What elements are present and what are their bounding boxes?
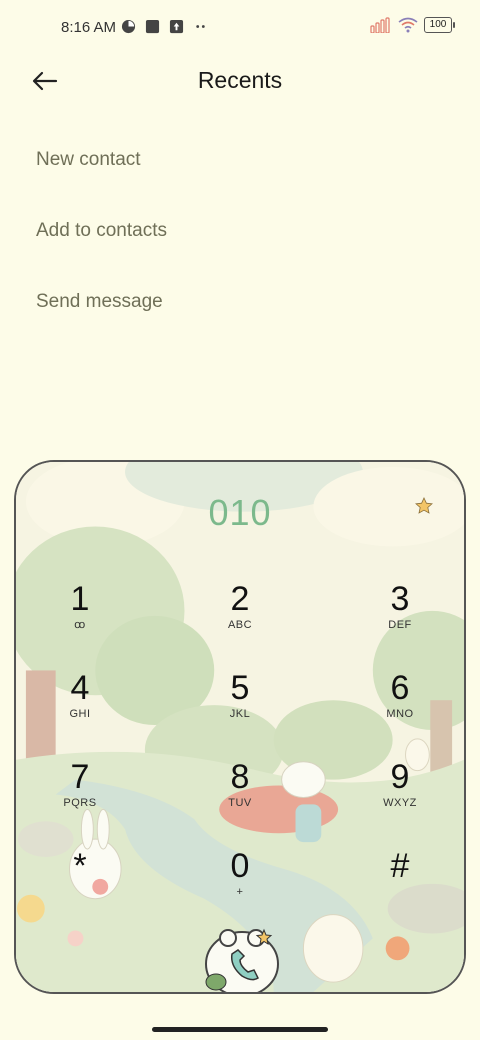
key-5[interactable]: 5 JKL — [180, 669, 300, 749]
square-icon — [145, 19, 160, 34]
key-8[interactable]: 8 TUV — [180, 758, 300, 838]
key-letters: ABC — [227, 619, 253, 631]
key-7[interactable]: 7 PQRS — [20, 758, 140, 838]
key-digit: 0 — [230, 847, 250, 885]
page-title: Recents — [197, 67, 283, 93]
key-digit: 9 — [390, 758, 410, 796]
key-digit: 7 — [70, 758, 90, 796]
key-letters: PQRS — [63, 797, 97, 809]
add-to-contacts-item[interactable]: Add to contacts — [36, 220, 167, 242]
signal-icon — [370, 17, 390, 33]
phone-icon — [205, 928, 279, 992]
key-6[interactable]: 6 MNO — [340, 669, 460, 749]
status-bar: 8:16 AM 100 — [0, 0, 480, 56]
new-contact-item[interactable]: New contact — [36, 149, 141, 171]
key-letters: DEF — [388, 619, 412, 631]
key-4[interactable]: 4 GHI — [20, 669, 140, 749]
key-digit: 5 — [230, 669, 250, 707]
wifi-icon — [398, 17, 418, 33]
send-message-item[interactable]: Send message — [36, 291, 163, 313]
key-letters: WXYZ — [383, 797, 417, 809]
dialer-pad: 010 1 ꝏ 2 ABC 3 DEF 4 GHI 5 JKL 6 MNO 7 … — [14, 460, 466, 994]
key-digit: 8 — [230, 758, 250, 796]
key-1[interactable]: 1 ꝏ — [20, 580, 140, 660]
call-button[interactable] — [202, 920, 282, 992]
key-star[interactable]: * — [20, 847, 140, 927]
key-digit: # — [390, 847, 410, 885]
status-time: 8:16 AM — [61, 19, 117, 36]
key-2[interactable]: 2 ABC — [180, 580, 300, 660]
key-letters: TUV — [228, 797, 252, 809]
key-3[interactable]: 3 DEF — [340, 580, 460, 660]
key-digit: 2 — [230, 580, 250, 618]
status-icons-left — [121, 19, 208, 34]
home-indicator[interactable] — [152, 1027, 328, 1032]
app-icon — [121, 19, 136, 34]
key-letters: + — [236, 886, 244, 898]
star-icon — [415, 497, 433, 514]
key-digit: * — [73, 847, 87, 885]
key-0[interactable]: 0 + — [180, 847, 300, 927]
key-digit: 4 — [70, 669, 90, 707]
key-hash[interactable]: # — [340, 847, 460, 927]
key-digit: 3 — [390, 580, 410, 618]
dialed-number: 010 — [208, 492, 272, 533]
more-dots-icon — [196, 25, 205, 28]
voicemail-icon: ꝏ — [74, 619, 86, 631]
key-digit: 6 — [390, 669, 410, 707]
key-letters: MNO — [386, 708, 414, 720]
key-letters: GHI — [69, 708, 91, 720]
status-right: 100 — [370, 17, 455, 33]
key-digit: 1 — [70, 580, 90, 618]
upload-icon — [169, 19, 184, 34]
key-9[interactable]: 9 WXYZ — [340, 758, 460, 838]
battery-icon: 100 — [424, 17, 455, 33]
key-letters: JKL — [229, 708, 251, 720]
